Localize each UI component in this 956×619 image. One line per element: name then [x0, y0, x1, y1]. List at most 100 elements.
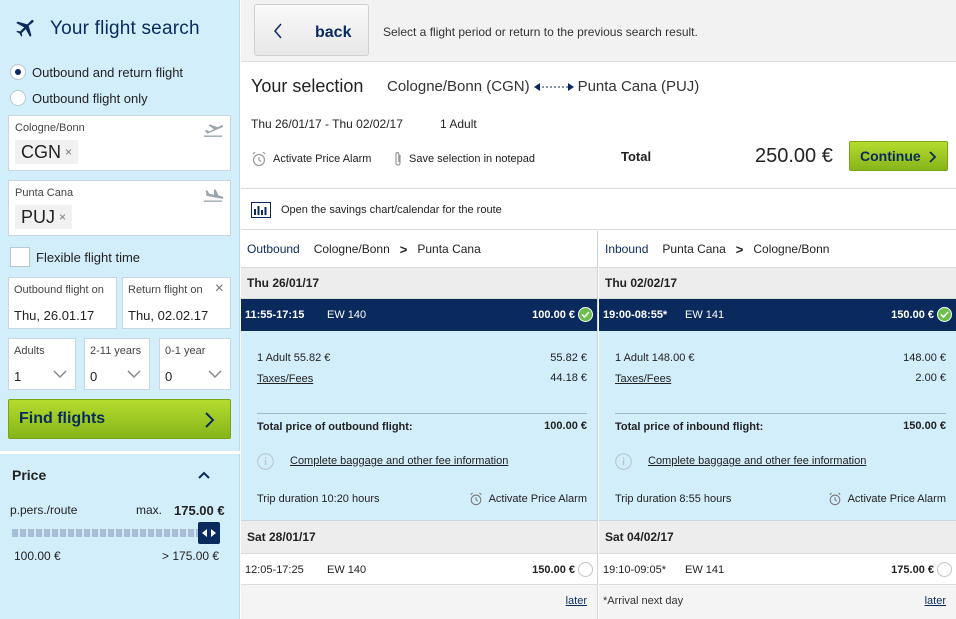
- price-alarm-link[interactable]: Activate Price Alarm: [469, 492, 587, 506]
- adults-label: Adults: [14, 345, 45, 357]
- sidebar-divider: [0, 451, 240, 454]
- destination-code: PUJ: [21, 206, 56, 227]
- outbound-flight-option[interactable]: 12:05-17:25 EW 140 150.00 €: [241, 554, 597, 585]
- chevron-up-icon[interactable]: [198, 471, 210, 479]
- origin-chip[interactable]: CGN ×: [15, 140, 79, 164]
- outbound-day-header-2: Sat 28/01/17: [241, 521, 597, 554]
- paperclip-icon: [395, 152, 401, 166]
- flight-number: EW 140: [327, 564, 367, 576]
- price-range-min: 100.00 €: [14, 549, 61, 563]
- chevron-right-icon: [205, 412, 215, 428]
- save-notepad-link[interactable]: Save selection in notepad: [393, 151, 535, 167]
- later-link[interactable]: later: [925, 595, 946, 607]
- price-max-label: max.: [136, 503, 163, 517]
- radio-button-selected[interactable]: [10, 64, 26, 80]
- price-alarm-link[interactable]: Activate Price Alarm: [828, 492, 946, 506]
- outbound-date-field[interactable]: Outbound flight on Thu, 26.01.17: [8, 277, 117, 329]
- info-icon: [615, 453, 632, 470]
- baggage-info-link[interactable]: Complete baggage and other fee informati…: [648, 455, 866, 467]
- arrow-icon: >: [735, 241, 744, 257]
- top-bar: back Select a flight period or return to…: [241, 0, 956, 62]
- outbound-selected-flight[interactable]: 11:55-17:15 EW 140 100.00 €: [241, 299, 597, 341]
- taxes-fees-link[interactable]: Taxes/Fees: [257, 373, 313, 385]
- return-date-value: Thu, 02.02.17: [128, 308, 209, 323]
- destination-chip[interactable]: PUJ ×: [15, 205, 73, 229]
- price-range-max: > 175.00 €: [162, 549, 220, 563]
- flight-price: 100.00 €: [532, 309, 575, 321]
- alarm-clock-icon: [252, 151, 266, 167]
- remove-icon[interactable]: ×: [59, 210, 66, 224]
- flight-select-radio[interactable]: [578, 562, 593, 577]
- price-alarm-label: Activate Price Alarm: [847, 493, 946, 505]
- inbound-details: 1 Adult 148.00 € 148.00 € Taxes/Fees 2.0…: [599, 331, 956, 521]
- price-slider-handle[interactable]: [198, 522, 220, 544]
- flight-price: 175.00 €: [891, 564, 934, 576]
- flight-time: 12:05-17:25: [245, 564, 304, 576]
- later-link[interactable]: later: [566, 595, 587, 607]
- clear-icon[interactable]: ×: [215, 280, 224, 298]
- radio-one-way[interactable]: Outbound flight only: [10, 90, 148, 106]
- remove-icon[interactable]: ×: [65, 145, 72, 159]
- outbound-total-value: 100.00 €: [544, 420, 587, 432]
- outbound-dir: Outbound: [247, 242, 300, 256]
- children-select[interactable]: 2-11 years 0: [84, 338, 150, 390]
- selection-dates: Thu 26/01/17 - Thu 02/02/17: [251, 117, 403, 131]
- chevron-right-icon: [929, 151, 937, 163]
- baggage-info-link[interactable]: Complete baggage and other fee informati…: [290, 455, 508, 467]
- price-max-value: 175.00 €: [174, 503, 225, 518]
- check-circle-icon: [578, 307, 593, 322]
- return-date-field[interactable]: Return flight on × Thu, 02.02.17: [122, 277, 231, 329]
- flight-time: 19:00-08:55*: [603, 309, 668, 321]
- infants-value: 0: [165, 369, 173, 384]
- airplane-icon: [16, 19, 34, 37]
- landing-icon: [203, 189, 224, 202]
- back-label: back: [315, 24, 352, 41]
- inbound-selected-flight[interactable]: 19:00-08:55* EW 141 150.00 €: [599, 299, 956, 341]
- adults-value: 1: [14, 369, 22, 384]
- flight-time: 19:10-09:05*: [603, 564, 666, 576]
- origin-field[interactable]: Cologne/Bonn CGN ×: [8, 115, 231, 171]
- inbound-day-header: Thu 02/02/17: [599, 268, 956, 299]
- savings-chart-label: Open the savings chart/calendar for the …: [281, 203, 502, 216]
- save-notepad-label: Save selection in notepad: [409, 153, 535, 165]
- inbound-from: Punta Cana: [662, 242, 726, 256]
- radio-button[interactable]: [10, 90, 26, 106]
- infants-select[interactable]: 0-1 year 0: [159, 338, 231, 390]
- chevron-down-icon: [127, 370, 141, 379]
- outbound-details: 1 Adult 55.82 € 55.82 € Taxes/Fees 44.18…: [241, 331, 597, 521]
- radio-round-trip-label: Outbound and return flight: [32, 64, 184, 80]
- inbound-total-label: Total price of inbound flight:: [615, 421, 764, 433]
- selection-route: Cologne/Bonn (CGN) Punta Cana (PUJ): [387, 78, 699, 95]
- inbound-flight-option[interactable]: 19:10-09:05* EW 141 175.00 €: [599, 554, 956, 585]
- selection-title: Your selection: [251, 76, 364, 96]
- return-date-label: Return flight on: [128, 284, 203, 296]
- slider-arrows-icon: [202, 529, 216, 537]
- trip-duration: Trip duration 10:20 hours: [257, 493, 380, 505]
- flexible-time-checkbox[interactable]: [10, 247, 30, 267]
- selection-passengers: 1 Adult: [440, 117, 477, 131]
- back-button[interactable]: back: [254, 4, 369, 56]
- price-per-route-label: p.pers./route: [10, 503, 78, 517]
- check-circle-icon: [937, 307, 952, 322]
- adults-select[interactable]: Adults 1: [8, 338, 76, 390]
- adult-fare-value: 148.00 €: [903, 352, 946, 364]
- continue-button[interactable]: Continue: [849, 141, 948, 171]
- children-label: 2-11 years: [90, 345, 142, 357]
- details-divider: [615, 413, 946, 414]
- children-value: 0: [90, 369, 98, 384]
- info-icon: [257, 453, 274, 470]
- price-alarm-link[interactable]: Activate Price Alarm: [251, 151, 371, 167]
- search-sidebar: Your flight search Outbound and return f…: [0, 0, 240, 619]
- destination-field[interactable]: Punta Cana PUJ ×: [8, 180, 231, 236]
- chevron-down-icon: [53, 370, 67, 379]
- flexible-time-option[interactable]: Flexible flight time: [10, 247, 140, 267]
- radio-round-trip[interactable]: Outbound and return flight: [10, 64, 183, 80]
- flight-price: 150.00 €: [532, 564, 575, 576]
- savings-chart-link[interactable]: Open the savings chart/calendar for the …: [241, 190, 956, 230]
- taxes-fees-link[interactable]: Taxes/Fees: [615, 373, 671, 385]
- find-flights-button[interactable]: Find flights: [8, 399, 231, 439]
- flight-number: EW 140: [327, 309, 367, 321]
- chevron-down-icon: [208, 370, 222, 379]
- outbound-column: Outbound Cologne/Bonn > Punta Cana Thu 2…: [241, 231, 598, 619]
- flight-select-radio[interactable]: [937, 562, 952, 577]
